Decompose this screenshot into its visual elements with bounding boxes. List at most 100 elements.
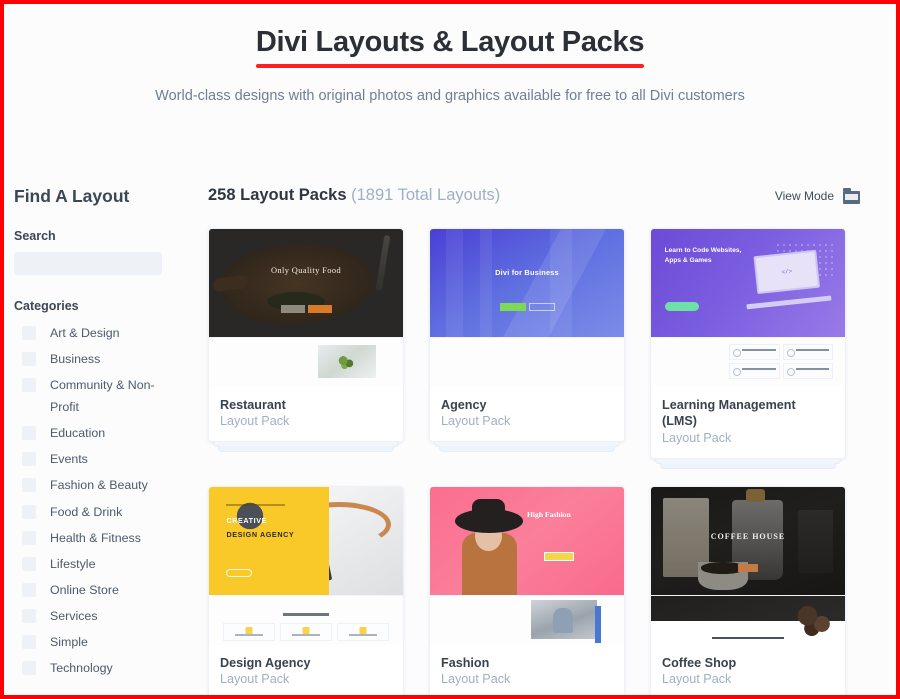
checkbox-icon[interactable]: [22, 378, 36, 393]
card-subtitle: Layout Pack: [220, 414, 290, 429]
card-footer: Coffee Shop Layout Pack: [651, 645, 845, 695]
lower-feature-grid: [728, 343, 834, 379]
card[interactable]: Only Quality Food Restaurant Layout Pack: [208, 228, 404, 453]
checkbox-icon[interactable]: [22, 326, 36, 340]
thumbnail-heading: Divi for Business: [495, 267, 559, 277]
view-mode-label: View Mode: [774, 188, 834, 203]
card-inner[interactable]: Divi for Business Agency Layout Pack: [429, 228, 625, 443]
thumbnail-heading-1: CREATIVE: [226, 515, 268, 525]
checkbox-icon[interactable]: [22, 582, 36, 597]
category-label: Business: [50, 352, 101, 367]
checkbox-icon[interactable]: [22, 426, 36, 441]
card[interactable]: High Fashion Fashion Layout Pack: [429, 485, 625, 695]
checkbox-icon[interactable]: [22, 504, 36, 519]
card-thumbnail-lower: [651, 594, 845, 645]
card-title: Coffee Shop: [662, 655, 737, 670]
card[interactable]: COFFEE HOUSE Coffee Shop Layout Pack: [650, 485, 846, 695]
checkbox-icon[interactable]: [22, 661, 36, 676]
thumbnail-heading: High Fashion: [527, 510, 571, 520]
card-stack-layer-2: [218, 446, 394, 453]
view-mode-toggle[interactable]: View Mode: [774, 187, 860, 204]
checkbox-icon[interactable]: [22, 478, 36, 493]
result-count: 258 Layout Packs (1891 Total Layouts): [208, 186, 500, 205]
card[interactable]: Learn to Code Websites, Apps & Games </>…: [650, 228, 846, 469]
category-item-simple[interactable]: Simple: [14, 631, 200, 653]
layout-pack-card-lms[interactable]: Learn to Code Websites, Apps & Games </>…: [650, 228, 846, 469]
lower-image-shape: [317, 344, 376, 379]
category-label: Education: [50, 426, 106, 441]
page-title-text: Divi Layouts & Layout Packs: [255, 26, 645, 58]
category-item-online-store[interactable]: Online Store: [14, 579, 200, 601]
sidebar-title: Find A Layout: [14, 186, 130, 206]
laptop-base: [746, 294, 832, 309]
dotted-edge-decoration: [321, 486, 326, 595]
card-title: Design Agency: [220, 655, 311, 670]
content-area: 258 Layout Packs (1891 Total Layouts) Vi…: [200, 186, 896, 695]
card-thumbnail: COFFEE HOUSE: [651, 486, 845, 595]
card-stack-layer-2: [660, 462, 836, 469]
search-label: Search: [14, 229, 56, 243]
card-thumbnail-lower: [430, 594, 624, 645]
search-input[interactable]: [14, 252, 162, 275]
card-inner[interactable]: Learn to Code Websites, Apps & Games </>…: [650, 228, 846, 459]
category-item-events[interactable]: Events: [14, 448, 200, 470]
category-item-health-fitness[interactable]: Health & Fitness: [14, 527, 200, 549]
layout-pack-card-restaurant[interactable]: Only Quality Food Restaurant Layout Pack: [208, 228, 404, 459]
primary-button-shape: [664, 302, 699, 312]
card-title: Restaurant: [220, 398, 286, 412]
card-inner[interactable]: High Fashion Fashion Layout Pack: [429, 485, 625, 695]
yellow-panel: [209, 486, 330, 595]
layout-pack-card-coffee-shop[interactable]: COFFEE HOUSE Coffee Shop Layout Pack: [650, 485, 846, 695]
category-item-fashion-beauty[interactable]: Fashion & Beauty: [14, 474, 200, 496]
category-label: Events: [50, 452, 88, 467]
thumbnail-buttons: [209, 300, 403, 318]
feature-card: [279, 622, 333, 641]
lower-caption-block: [651, 626, 845, 644]
category-label: Services: [50, 608, 98, 623]
categories-label: Categories: [14, 299, 79, 313]
primary-button-shape: [307, 305, 332, 314]
primary-button-shape: [226, 568, 253, 577]
card-title: Learning Management (LMS): [662, 398, 796, 429]
checkbox-icon[interactable]: [22, 608, 36, 623]
category-item-business[interactable]: Business: [14, 348, 200, 370]
category-item-art-design[interactable]: Art & Design: [14, 322, 200, 344]
page-body: Find A Layout Search Categories Art & De…: [4, 104, 896, 695]
feature-card: [782, 362, 834, 379]
category-item-services[interactable]: Services: [14, 605, 200, 627]
card-thumbnail: Learn to Code Websites, Apps & Games: [651, 229, 845, 337]
category-item-lifestyle[interactable]: Lifestyle: [14, 553, 200, 575]
card-inner[interactable]: CREATIVE DESIGN AGENCY Design Agency Lay…: [208, 485, 404, 695]
checkbox-icon[interactable]: [22, 556, 36, 571]
checkbox-icon[interactable]: [22, 530, 36, 545]
category-item-food-drink[interactable]: Food & Drink: [14, 501, 200, 523]
pack-count: 258 Layout Packs: [208, 186, 347, 204]
checkbox-icon[interactable]: [22, 352, 36, 367]
layout-pack-card-design-agency[interactable]: CREATIVE DESIGN AGENCY Design Agency Lay…: [208, 485, 404, 695]
card-thumbnail-lower: [651, 337, 845, 387]
page-title: Divi Layouts & Layout Packs: [255, 26, 645, 68]
card-inner[interactable]: COFFEE HOUSE Coffee Shop Layout Pack: [650, 485, 846, 695]
category-item-education[interactable]: Education: [14, 422, 200, 444]
card-footer: Design Agency Layout Pack: [209, 645, 403, 695]
layout-pack-card-fashion[interactable]: High Fashion Fashion Layout Pack: [429, 485, 625, 695]
feature-card: [728, 362, 780, 379]
category-item-community-non-profit[interactable]: Community & Non-Profit: [14, 374, 200, 418]
model-photo-shape: [453, 495, 527, 595]
category-item-technology[interactable]: Technology: [14, 657, 200, 679]
card[interactable]: Divi for Business Agency Layout Pack: [429, 228, 625, 453]
checkbox-icon[interactable]: [22, 634, 36, 649]
feature-card: [337, 622, 390, 641]
grid-view-icon[interactable]: [843, 187, 860, 204]
eyebrow-line: [226, 503, 285, 506]
card-inner[interactable]: Only Quality Food Restaurant Layout Pack: [208, 228, 404, 443]
category-label: Community & Non-Profit: [50, 378, 155, 415]
layout-pack-card-agency[interactable]: Divi for Business Agency Layout Pack: [429, 228, 625, 459]
card-subtitle: Layout Pack: [441, 414, 511, 429]
card-subtitle: Layout Pack: [662, 430, 732, 445]
primary-button-shape: [499, 302, 526, 311]
feature-card: [728, 343, 780, 360]
checkbox-icon[interactable]: [22, 452, 36, 467]
card[interactable]: CREATIVE DESIGN AGENCY Design Agency Lay…: [208, 485, 404, 695]
page-subtitle: World-class designs with original photos…: [155, 88, 745, 104]
